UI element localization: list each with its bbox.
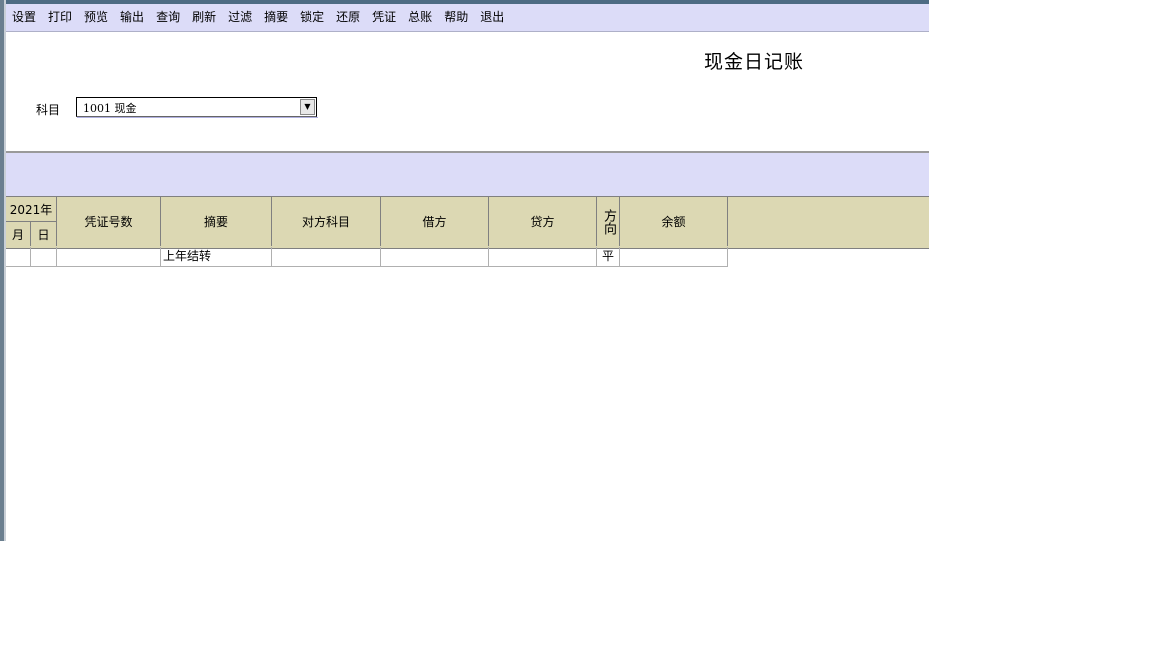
header-day: 日 — [31, 221, 57, 246]
subject-select[interactable]: 1001 现金 ▼ — [76, 97, 317, 117]
chevron-down-icon[interactable]: ▼ — [300, 99, 315, 115]
row-counter-account[interactable] — [272, 247, 381, 267]
menu-preview[interactable]: 预览 — [78, 4, 114, 31]
menu-help[interactable]: 帮助 — [438, 4, 474, 31]
header-month: 月 — [6, 221, 31, 246]
menu-filter[interactable]: 过滤 — [222, 4, 258, 31]
info-band — [6, 151, 929, 198]
menu-voucher[interactable]: 凭证 — [366, 4, 402, 31]
menu-exit[interactable]: 退出 — [474, 4, 510, 31]
menu-lock[interactable]: 锁定 — [294, 4, 330, 31]
header-counter-account: 对方科目 — [272, 197, 381, 246]
row-debit[interactable] — [381, 247, 489, 267]
menu-summary[interactable]: 摘要 — [258, 4, 294, 31]
header-summary: 摘要 — [161, 197, 272, 246]
menu-print[interactable]: 打印 — [42, 4, 78, 31]
header-voucher: 凭证号数 — [57, 197, 161, 246]
subject-label: 科目 — [36, 103, 61, 117]
header-debit: 借方 — [381, 197, 489, 246]
menu-bar: 设置 打印 预览 输出 查询 刷新 过滤 摘要 锁定 还原 凭证 总账 帮助 退… — [6, 4, 929, 32]
row-balance[interactable] — [620, 247, 728, 267]
row-day[interactable] — [31, 247, 57, 267]
subject-underline — [77, 117, 318, 118]
row-credit[interactable] — [489, 247, 597, 267]
header-year: 2021年 — [6, 197, 57, 221]
header-credit: 贷方 — [489, 197, 597, 246]
window-left-inner-border — [4, 0, 6, 541]
header-direction: 方向 — [597, 197, 620, 246]
row-direction[interactable]: 平 — [597, 247, 620, 267]
menu-general-ledger[interactable]: 总账 — [402, 4, 438, 31]
header-balance: 余额 — [620, 197, 728, 246]
menu-restore[interactable]: 还原 — [330, 4, 366, 31]
subject-select-value: 1001 现金 — [83, 102, 137, 115]
ledger-window: 设置 打印 预览 输出 查询 刷新 过滤 摘要 锁定 还原 凭证 总账 帮助 退… — [0, 0, 929, 541]
menu-refresh[interactable]: 刷新 — [186, 4, 222, 31]
page-title: 现金日记账 — [704, 51, 805, 73]
row-summary[interactable]: 上年结转 — [161, 247, 272, 267]
menu-query[interactable]: 查询 — [150, 4, 186, 31]
row-voucher[interactable] — [57, 247, 161, 267]
menu-export[interactable]: 输出 — [114, 4, 150, 31]
row-month[interactable] — [6, 247, 31, 267]
menu-settings[interactable]: 设置 — [6, 4, 42, 31]
